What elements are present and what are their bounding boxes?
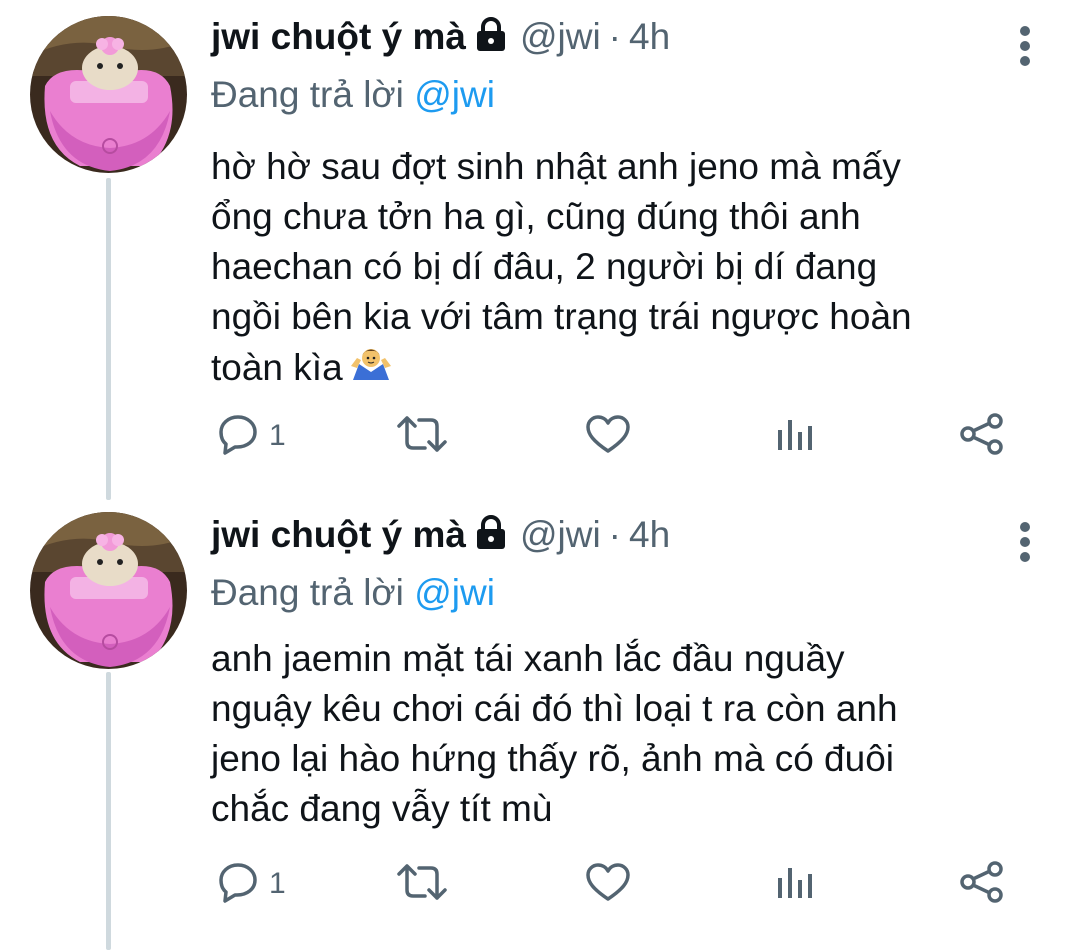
tweet-header: jwi chuột ý mà @jwi · 4h [211, 16, 1010, 76]
share-button[interactable] [959, 406, 1005, 466]
more-options-icon[interactable] [1018, 24, 1032, 68]
reply-count: 1 [269, 419, 286, 452]
text-line-content: toàn kìa [211, 347, 343, 388]
tweet-text: anh jaemin mặt tái xanh lắc đầu nguầy ng… [211, 634, 1051, 834]
analytics-icon [775, 414, 815, 459]
heart-icon [585, 862, 631, 907]
analytics-icon [775, 862, 815, 907]
reply-icon [217, 413, 259, 460]
timestamp[interactable]: 4h [629, 16, 670, 57]
text-line: anh jaemin mặt tái xanh lắc đầu nguầy [211, 638, 845, 679]
author-handle[interactable]: @jwi [520, 514, 601, 555]
more-options-icon[interactable] [1018, 520, 1032, 564]
analytics-button[interactable] [775, 854, 815, 914]
tweet-header: jwi chuột ý mà @jwi · 4h [211, 514, 1010, 574]
author-name[interactable]: jwi chuột ý mà [211, 16, 466, 57]
analytics-button[interactable] [775, 406, 815, 466]
like-button[interactable] [585, 854, 631, 914]
share-button[interactable] [959, 854, 1005, 914]
reply-button[interactable]: 1 [217, 854, 286, 914]
reply-button[interactable]: 1 [217, 406, 286, 466]
replying-mention[interactable]: @jwi [414, 74, 495, 115]
replying-to: Đang trả lời @jwi [211, 74, 495, 116]
thread-line [106, 672, 111, 950]
author-handle[interactable]: @jwi [520, 16, 601, 57]
separator-dot: · [608, 16, 621, 57]
tweet-actions: 1 [211, 854, 1011, 914]
lock-icon [474, 17, 508, 58]
share-icon [959, 860, 1005, 909]
text-line: ổng chưa tởn ha gì, cũng đúng thôi anh [211, 196, 861, 237]
tweet[interactable]: jwi chuột ý mà @jwi · 4h Đang trả lời @jwi … [0, 0, 1080, 500]
text-line: haechan có bị dí đâu, 2 người bị dí đang [211, 246, 878, 287]
share-icon [959, 412, 1005, 461]
separator-dot: · [608, 514, 621, 555]
thread-line [106, 178, 111, 500]
text-line: toàn kìa [211, 342, 1051, 399]
lock-icon [474, 515, 508, 556]
like-button[interactable] [585, 406, 631, 466]
retweet-button[interactable] [397, 406, 447, 466]
heart-icon [585, 414, 631, 459]
retweet-icon [397, 862, 447, 907]
tweet-actions: 1 [211, 406, 1011, 466]
retweet-icon [397, 414, 447, 459]
avatar[interactable] [30, 16, 187, 173]
tweet[interactable]: jwi chuột ý mà @jwi · 4h Đang trả lời @jwi … [0, 500, 1080, 950]
text-line: jeno lại hào hứng thấy rõ, ảnh mà có đuô… [211, 738, 895, 779]
tweet-text: hờ hờ sau đợt sinh nhật anh jeno mà mấy … [211, 142, 1051, 399]
replying-mention[interactable]: @jwi [414, 572, 495, 613]
reply-count: 1 [269, 867, 286, 900]
text-line: hờ hờ sau đợt sinh nhật anh jeno mà mấy [211, 146, 901, 187]
text-line: ngồi bên kia với tâm trạng trái ngược ho… [211, 296, 912, 337]
text-line: nguậy kêu chơi cái đó thì loại t ra còn … [211, 688, 898, 729]
replying-prefix: Đang trả lời [211, 572, 404, 613]
person-shrugging-emoji [349, 342, 393, 399]
replying-to: Đang trả lời @jwi [211, 572, 495, 614]
reply-icon [217, 861, 259, 908]
retweet-button[interactable] [397, 854, 447, 914]
text-line: chắc đang vẫy tít mù [211, 788, 553, 829]
avatar[interactable] [30, 512, 187, 669]
author-name[interactable]: jwi chuột ý mà [211, 514, 466, 555]
timestamp[interactable]: 4h [629, 514, 670, 555]
replying-prefix: Đang trả lời [211, 74, 404, 115]
